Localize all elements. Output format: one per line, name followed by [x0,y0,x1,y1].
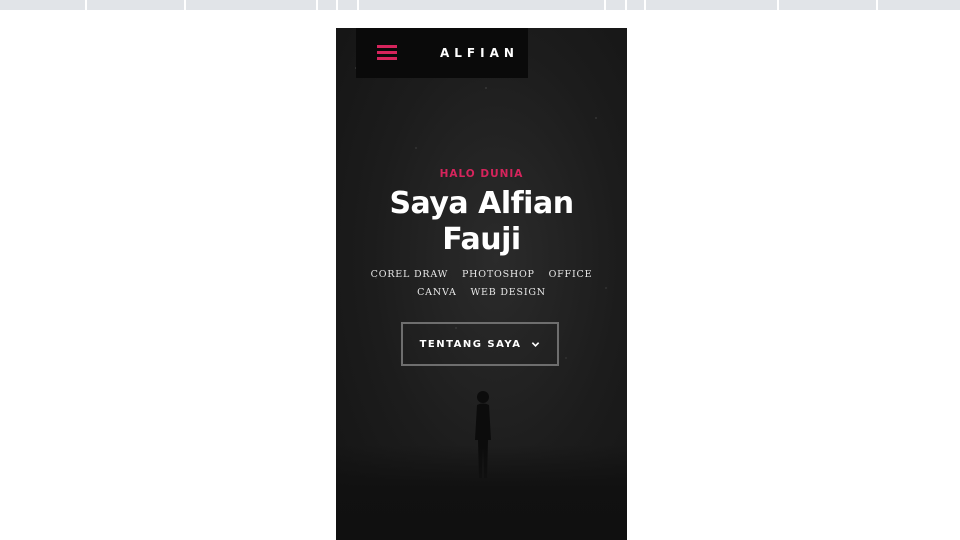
toolbar-divider [357,0,359,10]
toolbar-divider [336,0,338,10]
chevron-down-icon [532,341,540,347]
top-navigation: ALFIAN [356,28,528,78]
skill-item: OFFICE [548,269,593,280]
toolbar-divider [604,0,606,10]
toolbar-divider [184,0,186,10]
toolbar-divider [316,0,318,10]
ground-silhouette [336,445,627,540]
hamburger-menu-icon[interactable] [377,45,397,61]
skill-item: WEB DESIGN [470,287,546,298]
toolbar-divider [644,0,646,10]
hero-section: HALO DUNIA Saya Alfian Fauji COREL DRAW … [336,166,627,302]
skills-list: COREL DRAW PHOTOSHOP OFFICE CANVA WEB DE… [357,266,607,302]
brand-logo-text[interactable]: ALFIAN [440,44,519,62]
about-me-button[interactable]: TENTANG SAYA [401,322,559,366]
skill-item: PHOTOSHOP [461,269,535,280]
toolbar-divider [625,0,627,10]
hero-greeting: HALO DUNIA [439,168,524,180]
mobile-preview: ALFIAN HALO DUNIA Saya Alfian Fauji CORE… [336,28,627,540]
skill-item: CANVA [417,287,457,298]
skill-item: COREL DRAW [370,269,449,280]
about-me-button-label: TENTANG SAYA [419,338,522,350]
browser-toolbar [0,0,960,10]
hero-title: Saya Alfian Fauji [389,186,574,257]
toolbar-divider [876,0,878,10]
toolbar-divider [85,0,87,10]
toolbar-divider [777,0,779,10]
